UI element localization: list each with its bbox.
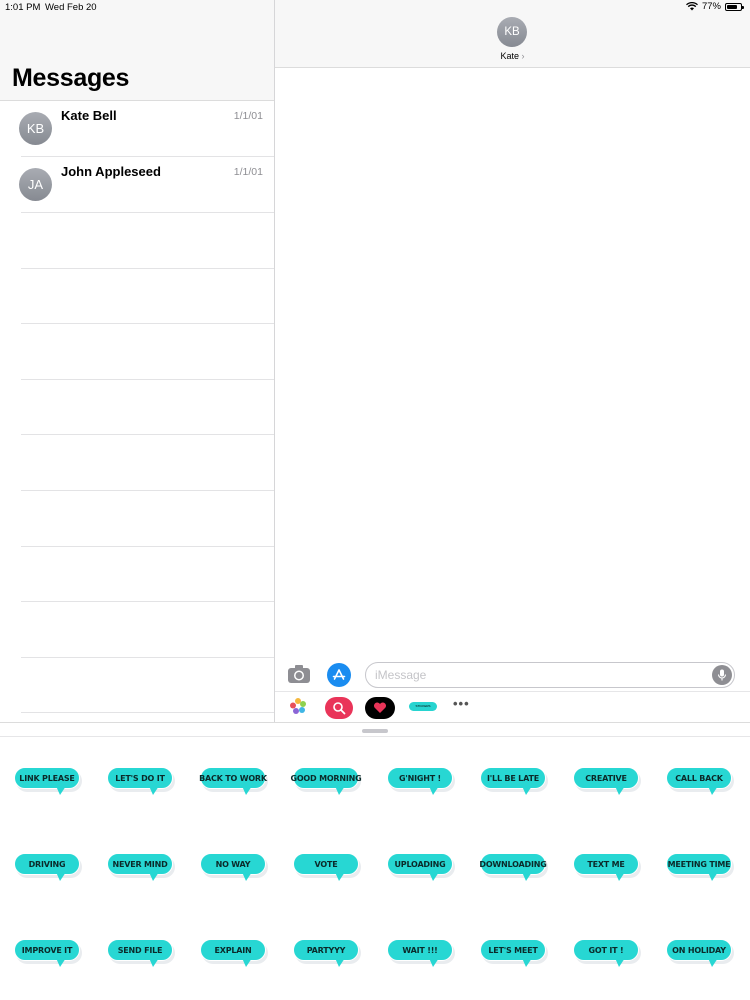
sticker-label: GOT IT ! <box>588 945 624 955</box>
contact-name: Kate <box>500 51 519 61</box>
sticker-send-file[interactable]: SEND FILE <box>107 939 173 969</box>
conversation-date: 1/1/01 <box>233 166 263 178</box>
conversation-pane: KB Kate › iMessage STICKERS ••• <box>275 0 750 722</box>
sticker-driving[interactable]: DRIVING <box>14 853 80 883</box>
status-bar: 1:01 PM Wed Feb 20 77% <box>0 0 750 16</box>
sticker-label: UPLOADING <box>394 859 446 869</box>
row-divider <box>21 212 274 213</box>
sticker-on-holiday[interactable]: ON HOLIDAY <box>666 939 732 969</box>
sticker-never-mind[interactable]: NEVER MIND <box>107 853 173 883</box>
sticker-label: GOOD MORNING <box>290 773 362 783</box>
avatar: JA <box>19 168 52 201</box>
message-placeholder: iMessage <box>375 668 427 682</box>
status-indicators: 77% <box>686 1 744 12</box>
avatar: KB <box>19 112 52 145</box>
row-divider <box>21 601 274 602</box>
sticker-uploading[interactable]: UPLOADING <box>387 853 453 883</box>
sticker-label: PARTYYY <box>306 945 346 955</box>
sticker-label: TEXT ME <box>587 859 625 869</box>
row-divider <box>21 323 274 324</box>
chevron-right-icon: › <box>521 51 525 61</box>
page-title: Messages <box>12 64 130 92</box>
app-store-icon[interactable] <box>327 663 351 687</box>
sticker-back-to-work[interactable]: BACK TO WORK <box>199 767 267 797</box>
sticker-label: VOTE <box>314 859 338 869</box>
sticker-ill-be-late[interactable]: I'LL BE LATE <box>480 767 546 797</box>
sticker-label: BACK TO WORK <box>199 773 267 783</box>
sticker-got-it[interactable]: GOT IT ! <box>573 939 639 969</box>
sticker-vote[interactable]: VOTE <box>293 853 359 883</box>
sticker-creative[interactable]: CREATIVE <box>573 767 639 797</box>
sticker-meeting-time[interactable]: MEETING TIME <box>666 853 732 883</box>
sticker-label: CREATIVE <box>585 773 627 783</box>
more-apps-icon[interactable]: ••• <box>453 696 470 711</box>
contact-name-button[interactable]: Kate › <box>275 51 750 61</box>
sticker-wait[interactable]: WAIT !!! <box>387 939 453 969</box>
row-divider <box>21 268 274 269</box>
conversation-row-kate-bell[interactable]: KB Kate Bell 1/1/01 <box>0 101 274 157</box>
sticker-link-please[interactable]: LINK PLEASE <box>14 767 80 797</box>
imessage-app-drawer: STICKERS ••• <box>275 691 750 722</box>
row-divider <box>21 546 274 547</box>
sticker-lets-do-it[interactable]: LET'S DO IT <box>107 767 173 797</box>
row-divider <box>21 379 274 380</box>
drawer-divider <box>0 736 750 737</box>
microphone-icon[interactable] <box>712 665 732 685</box>
conversation-date: 1/1/01 <box>233 110 263 122</box>
sticker-call-back[interactable]: CALL BACK <box>666 767 732 797</box>
image-search-app-icon[interactable] <box>325 697 353 719</box>
sticker-label: G'NIGHT ! <box>398 773 442 783</box>
status-time: 1:01 PM <box>5 2 41 13</box>
sticker-explain[interactable]: EXPLAIN <box>200 939 266 969</box>
digital-touch-app-icon[interactable] <box>365 697 395 719</box>
sticker-text-me[interactable]: TEXT ME <box>573 853 639 883</box>
sticker-label: MEETING TIME <box>667 859 731 869</box>
sticker-label: CALL BACK <box>675 773 723 783</box>
conversation-row-john-appleseed[interactable]: JA John Appleseed 1/1/01 <box>0 157 274 213</box>
wifi-icon <box>686 2 698 11</box>
sticker-gnight[interactable]: G'NIGHT ! <box>387 767 453 797</box>
app-store-glyph-icon <box>332 669 346 680</box>
sticker-label: LET'S MEET <box>488 945 538 955</box>
heart-icon <box>373 702 387 713</box>
compose-bar: iMessage <box>275 659 750 691</box>
photos-app-icon[interactable] <box>289 697 307 715</box>
sticker-label: NO WAY <box>215 859 251 869</box>
sticker-lets-meet[interactable]: LET'S MEET <box>480 939 546 969</box>
sticker-good-morning[interactable]: GOOD MORNING <box>290 767 362 797</box>
battery-icon <box>725 2 744 11</box>
sticker-no-way[interactable]: NO WAY <box>200 853 266 883</box>
drawer-grabber[interactable] <box>362 729 388 733</box>
sticker-label: NEVER MIND <box>112 859 168 869</box>
contact-avatar[interactable]: KB <box>497 17 527 47</box>
sticker-label: LET'S DO IT <box>115 773 165 783</box>
row-divider <box>21 712 274 713</box>
sticker-app-icon[interactable]: STICKERS <box>409 702 437 711</box>
sticker-partyyy[interactable]: PARTYYY <box>293 939 359 969</box>
sticker-label: ON HOLIDAY <box>672 945 726 955</box>
row-divider <box>21 657 274 658</box>
mic-glyph-icon <box>717 669 727 681</box>
conversation-list-pane: Messages KB Kate Bell 1/1/01 JA John App… <box>0 0 275 722</box>
camera-icon[interactable] <box>287 663 311 685</box>
status-date: Wed Feb 20 <box>45 2 97 13</box>
sticker-label: I'LL BE LATE <box>487 773 539 783</box>
sticker-downloading[interactable]: DOWNLOADING <box>479 853 547 883</box>
sticker-label: EXPLAIN <box>214 945 252 955</box>
sticker-label: DOWNLOADING <box>479 859 547 869</box>
sticker-improve-it[interactable]: IMPROVE IT <box>14 939 80 969</box>
sticker-label: IMPROVE IT <box>21 945 73 955</box>
row-divider <box>21 490 274 491</box>
sticker-label: WAIT !!! <box>402 945 438 955</box>
conversation-name: Kate Bell <box>61 108 117 123</box>
conversation-name: John Appleseed <box>61 164 161 179</box>
sticker-label: SEND FILE <box>117 945 163 955</box>
row-divider <box>21 434 274 435</box>
sticker-label: LINK PLEASE <box>19 773 75 783</box>
battery-percent: 77% <box>701 1 721 12</box>
search-icon <box>333 702 346 715</box>
message-input[interactable]: iMessage <box>365 662 735 688</box>
sticker-drawer: LINK PLEASE LET'S DO IT BACK TO WORK GOO… <box>0 722 750 1000</box>
sticker-label: DRIVING <box>28 859 66 869</box>
